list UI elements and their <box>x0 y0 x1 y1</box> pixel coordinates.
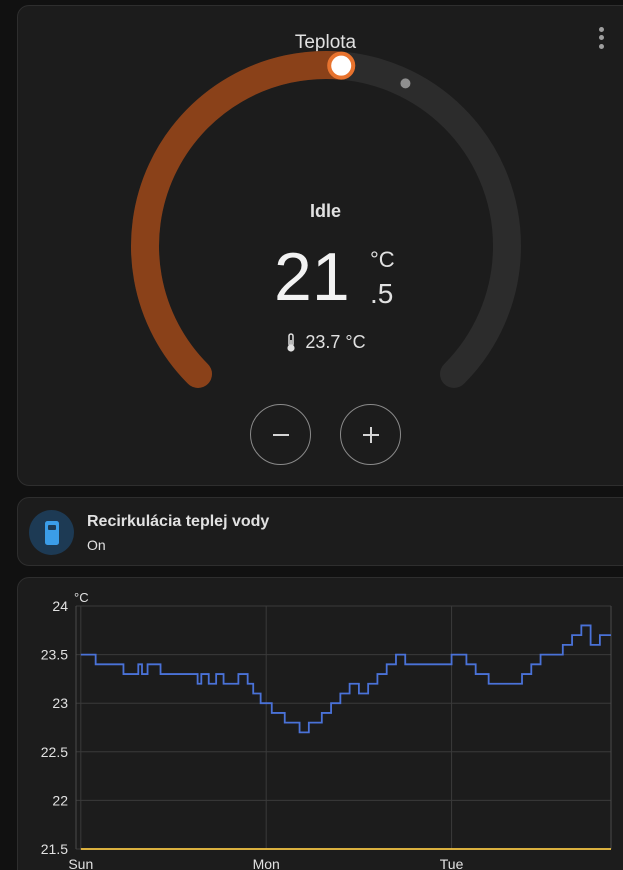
increase-temperature-button[interactable] <box>340 404 401 465</box>
water-heater-icon <box>44 520 59 545</box>
thermostat-card: Teplota Idle 21 °C .5 23.7 °C <box>17 5 623 486</box>
x-tick-label: Mon <box>253 856 280 870</box>
y-tick-label: 22.5 <box>41 744 68 760</box>
chart-series <box>80 624 611 850</box>
tile-name: Recirkulácia teplej vody <box>87 513 270 530</box>
current-temperature-marker <box>400 78 411 89</box>
y-tick-label: 21.5 <box>41 841 68 857</box>
y-tick-label: 23 <box>52 695 68 711</box>
y-tick-label: 22 <box>52 792 68 808</box>
y-tick-label: 24 <box>52 598 68 614</box>
x-tick-label: Tue <box>440 856 464 870</box>
tile-icon-badge[interactable] <box>29 510 74 555</box>
target-temperature-handle[interactable] <box>327 51 356 80</box>
current-temperature-series <box>80 624 611 734</box>
chart-grid <box>75 605 612 850</box>
x-tick-label: Sun <box>68 856 93 870</box>
y-tick-label: 23.5 <box>41 647 68 663</box>
chart-labels: 24 23.5 23 22.5 22 21.5Sun Mon Tue °C <box>41 590 464 870</box>
plus-icon <box>362 426 379 443</box>
target-temperature-decimal: .5 <box>370 278 394 309</box>
y-axis-unit: °C <box>74 590 89 605</box>
history-chart[interactable]: 24 23.5 23 22.5 22 21.5Sun Mon Tue °C <box>18 578 623 870</box>
history-chart-card: 24 23.5 23 22.5 22 21.5 Sun Mon Tue °C <box>17 577 623 870</box>
target-temperature-unit: °C <box>370 247 395 272</box>
target-temperature: 21 °C .5 <box>274 240 414 320</box>
recirculation-tile[interactable]: Recirkulácia teplej vody On <box>17 497 623 566</box>
hvac-action-label: Idle <box>309 201 341 221</box>
decrease-temperature-button[interactable] <box>250 404 311 465</box>
target-temperature-integer: 21 <box>274 239 350 315</box>
thermometer-icon <box>287 332 295 352</box>
minus-icon <box>272 433 289 436</box>
tile-state: On <box>87 537 106 553</box>
current-temperature-value: 23.7 °C <box>305 332 366 352</box>
current-temperature: 23.7 °C <box>18 332 623 353</box>
